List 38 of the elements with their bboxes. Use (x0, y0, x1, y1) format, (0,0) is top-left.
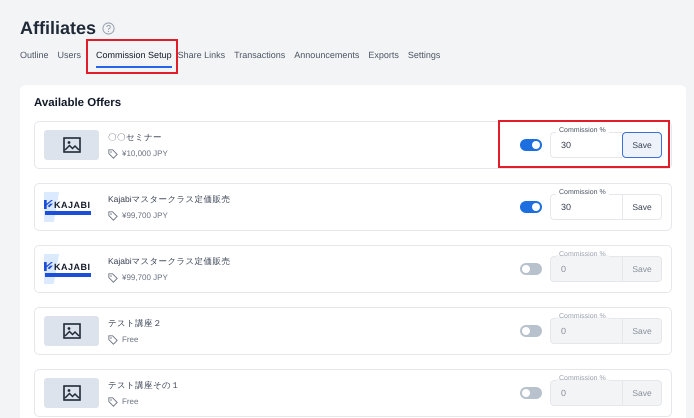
tab[interactable]: Settings (408, 45, 444, 68)
page-title: Affiliates (20, 18, 96, 39)
toggle-switch[interactable] (520, 325, 542, 337)
save-button[interactable]: Save (622, 194, 662, 220)
offer-price: Free (122, 397, 138, 406)
image-icon (62, 323, 80, 339)
tab[interactable]: Commission Setup (96, 45, 172, 68)
offer-name: テスト講座２ (108, 318, 163, 330)
tab[interactable]: Share Links (178, 45, 230, 68)
tab[interactable]: Announcements (294, 45, 364, 68)
tab[interactable]: Exports (368, 45, 403, 68)
offer-price: ¥99,700 JPY (122, 273, 168, 282)
panel-title: Available Offers (34, 97, 122, 109)
toggle-switch[interactable] (520, 139, 542, 151)
commission-field[interactable]: 30 (550, 194, 622, 220)
tab[interactable]: Users (58, 45, 86, 68)
commission-field[interactable]: 30 (550, 132, 622, 158)
offer-name: テスト講座その１ (108, 380, 181, 392)
image-icon (62, 385, 80, 401)
toggle-switch[interactable] (520, 201, 542, 213)
tag-icon (108, 148, 118, 158)
toggle-switch[interactable] (520, 387, 542, 399)
tab[interactable]: Transactions (234, 45, 290, 68)
tag-icon (108, 272, 118, 282)
offer-price: ¥10,000 JPY (122, 149, 168, 158)
offer-price: ¥99,700 JPY (122, 211, 168, 220)
offer-name: Kajabiマスタークラス定価販売 (108, 256, 232, 268)
toggle-switch[interactable] (520, 263, 542, 275)
image-icon (62, 137, 80, 153)
save-button[interactable]: Save (622, 132, 662, 158)
help-icon[interactable] (102, 22, 116, 35)
tag-icon (108, 210, 118, 220)
offer-name: Kajabiマスタークラス定価販売 (108, 194, 232, 206)
offer-name: 〇〇セミナー (108, 132, 163, 144)
tab[interactable]: Outline (20, 45, 53, 68)
tag-icon (108, 334, 118, 344)
offer-price: Free (122, 335, 138, 344)
tag-icon (108, 396, 118, 406)
